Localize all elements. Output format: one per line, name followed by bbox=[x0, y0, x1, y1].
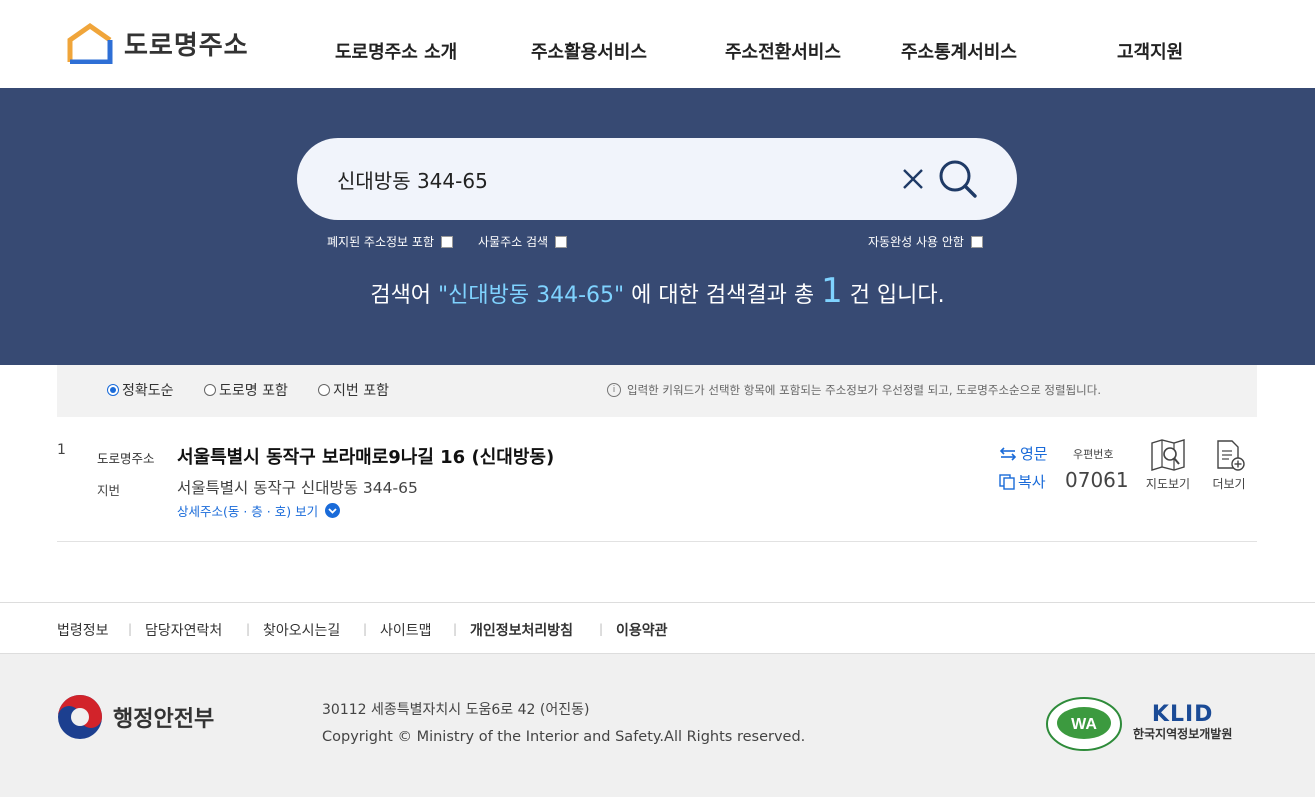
search-icon[interactable] bbox=[937, 158, 979, 200]
option-autocomplete-label: 자동완성 사용 안함 bbox=[868, 235, 964, 249]
option-autocomplete-checkbox[interactable] bbox=[970, 235, 983, 248]
radio-selected-icon[interactable] bbox=[107, 384, 119, 396]
klid-name: 한국지역정보개발원 bbox=[1133, 727, 1233, 741]
sort-note-text: 입력한 키워드가 선택한 항목에 포함되는 주소정보가 우선정렬 되고, 도로명… bbox=[627, 383, 1101, 397]
radio-icon[interactable] bbox=[318, 384, 330, 396]
nav-item-conversion[interactable]: 주소전환서비스 bbox=[725, 38, 841, 64]
result-number: 1 bbox=[57, 442, 66, 458]
map-view-label: 지도보기 bbox=[1145, 477, 1191, 491]
wa-badge-text: WA bbox=[1071, 716, 1097, 733]
info-icon: i bbox=[607, 383, 621, 397]
copy-icon bbox=[999, 473, 1015, 490]
map-icon bbox=[1151, 439, 1185, 471]
site-header: 도로명주소 도로명주소 소개 주소활용서비스 주소전환서비스 주소통계서비스 고… bbox=[0, 0, 1315, 88]
clear-icon[interactable] bbox=[899, 165, 927, 193]
footer-divider: | bbox=[246, 622, 251, 636]
sort-road-label: 도로명 포함 bbox=[219, 383, 288, 399]
copyright: Copyright © Ministry of the Interior and… bbox=[322, 729, 806, 745]
footer-link-sitemap[interactable]: 사이트맵 bbox=[380, 620, 432, 640]
klid-logo: KLID 한국지역정보개발원 bbox=[1133, 702, 1232, 742]
sort-jibun-label: 지번 포함 bbox=[333, 383, 389, 399]
mois-logo: 행정안전부 bbox=[57, 694, 214, 740]
english-link-label: 영문 bbox=[1020, 445, 1048, 463]
more-button[interactable]: 더보기 bbox=[1201, 439, 1257, 492]
copy-link-label: 복사 bbox=[1018, 473, 1046, 491]
footer-link-contact[interactable]: 담당자연락처 bbox=[145, 620, 222, 640]
org-name: 행정안전부 bbox=[113, 707, 215, 732]
result-prefix: 검색어 bbox=[370, 283, 439, 308]
result-row: 1 도로명주소 지번 서울특별시 동작구 보라매로9나길 16 (신대방동) 서… bbox=[57, 417, 1257, 542]
footer-divider: | bbox=[128, 622, 133, 636]
footer-divider: | bbox=[363, 622, 368, 636]
footer-link-privacy[interactable]: 개인정보처리방침 bbox=[470, 620, 573, 640]
nav-item-intro[interactable]: 도로명주소 소개 bbox=[335, 38, 457, 64]
option-building[interactable]: 사물주소 검색 bbox=[478, 233, 568, 250]
jibun-address-label: 지번 bbox=[97, 483, 121, 498]
wa-certification-icon: WA bbox=[1046, 697, 1122, 751]
search-input[interactable] bbox=[337, 160, 877, 198]
detail-address-label: 상세주소(동 · 층 · 호) 보기 bbox=[177, 504, 319, 519]
result-suffix: 건 입니다. bbox=[842, 283, 945, 308]
road-address: 서울특별시 동작구 보라매로9나길 16 (신대방동) bbox=[177, 447, 555, 468]
option-abolished-label: 폐지된 주소정보 포함 bbox=[327, 235, 434, 249]
option-building-checkbox[interactable] bbox=[555, 235, 568, 248]
document-plus-icon bbox=[1217, 440, 1245, 471]
road-address-label: 도로명주소 bbox=[97, 451, 155, 466]
swap-arrows-icon bbox=[999, 446, 1017, 461]
web-accessibility-badge: WA bbox=[1045, 696, 1123, 756]
sort-accuracy[interactable]: 정확도순 bbox=[107, 380, 174, 400]
footer-divider: | bbox=[453, 622, 458, 636]
klid-logo-text: KLID bbox=[1151, 702, 1214, 727]
radio-icon[interactable] bbox=[204, 384, 216, 396]
org-address: 30112 세종특별자치시 도움6로 42 (어진동) bbox=[322, 702, 590, 718]
option-building-label: 사물주소 검색 bbox=[478, 235, 549, 249]
option-abolished-checkbox[interactable] bbox=[441, 235, 453, 248]
footer-links: 법령정보 | 담당자연락처 | 찾아오시는길 | 사이트맵 | 개인정보처리방침… bbox=[0, 602, 1315, 654]
copy-address-link[interactable]: 복사 bbox=[999, 471, 1046, 492]
footer-link-terms[interactable]: 이용약관 bbox=[616, 620, 668, 640]
english-address-link[interactable]: 영문 bbox=[999, 443, 1048, 464]
option-autocomplete[interactable]: 자동완성 사용 안함 bbox=[868, 233, 983, 250]
main-nav: 도로명주소 소개 주소활용서비스 주소전환서비스 주소통계서비스 고객지원 bbox=[0, 38, 1315, 64]
footer-divider: | bbox=[599, 622, 604, 636]
zip-code: 07061 bbox=[1065, 468, 1129, 492]
nav-item-utilization[interactable]: 주소활용서비스 bbox=[531, 38, 647, 64]
result-count: 1 bbox=[821, 271, 843, 311]
sort-bar: 정확도순 도로명 포함 지번 포함 i 입력한 키워드가 선택한 항목에 포함되… bbox=[57, 365, 1257, 417]
detail-address-link[interactable]: 상세주소(동 · 층 · 호) 보기 bbox=[177, 501, 341, 520]
sort-accuracy-label: 정확도순 bbox=[122, 383, 174, 399]
chevron-down-icon bbox=[325, 503, 341, 518]
sort-note: i 입력한 키워드가 선택한 항목에 포함되는 주소정보가 우선정렬 되고, 도… bbox=[607, 382, 1101, 398]
footer-link-law[interactable]: 법령정보 bbox=[57, 620, 109, 640]
result-summary: 검색어 "신대방동 344-65" 에 대한 검색결과 총 1 건 입니다. bbox=[0, 271, 1315, 311]
nav-item-statistics[interactable]: 주소통계서비스 bbox=[901, 38, 1017, 64]
result-keyword: "신대방동 344-65" bbox=[438, 283, 625, 308]
nav-item-support[interactable]: 고객지원 bbox=[1117, 38, 1183, 64]
taegeuk-emblem-icon bbox=[58, 695, 102, 739]
footer-link-directions[interactable]: 찾아오시는길 bbox=[263, 620, 340, 640]
search-band: 폐지된 주소정보 포함 사물주소 검색 자동완성 사용 안함 검색어 "신대방동… bbox=[0, 88, 1315, 365]
footer: 행정안전부 30112 세종특별자치시 도움6로 42 (어진동) Copyri… bbox=[0, 654, 1315, 797]
result-middle: 에 대한 검색결과 총 bbox=[624, 283, 822, 308]
more-label: 더보기 bbox=[1212, 477, 1246, 491]
search-box bbox=[297, 138, 1017, 220]
option-abolished[interactable]: 폐지된 주소정보 포함 bbox=[327, 233, 453, 250]
sort-jibun[interactable]: 지번 포함 bbox=[318, 380, 389, 400]
map-view-button[interactable]: 지도보기 bbox=[1140, 439, 1196, 492]
sort-road[interactable]: 도로명 포함 bbox=[204, 380, 288, 400]
zip-code-label: 우편번호 bbox=[1073, 448, 1114, 461]
jibun-address: 서울특별시 동작구 신대방동 344-65 bbox=[177, 479, 418, 497]
